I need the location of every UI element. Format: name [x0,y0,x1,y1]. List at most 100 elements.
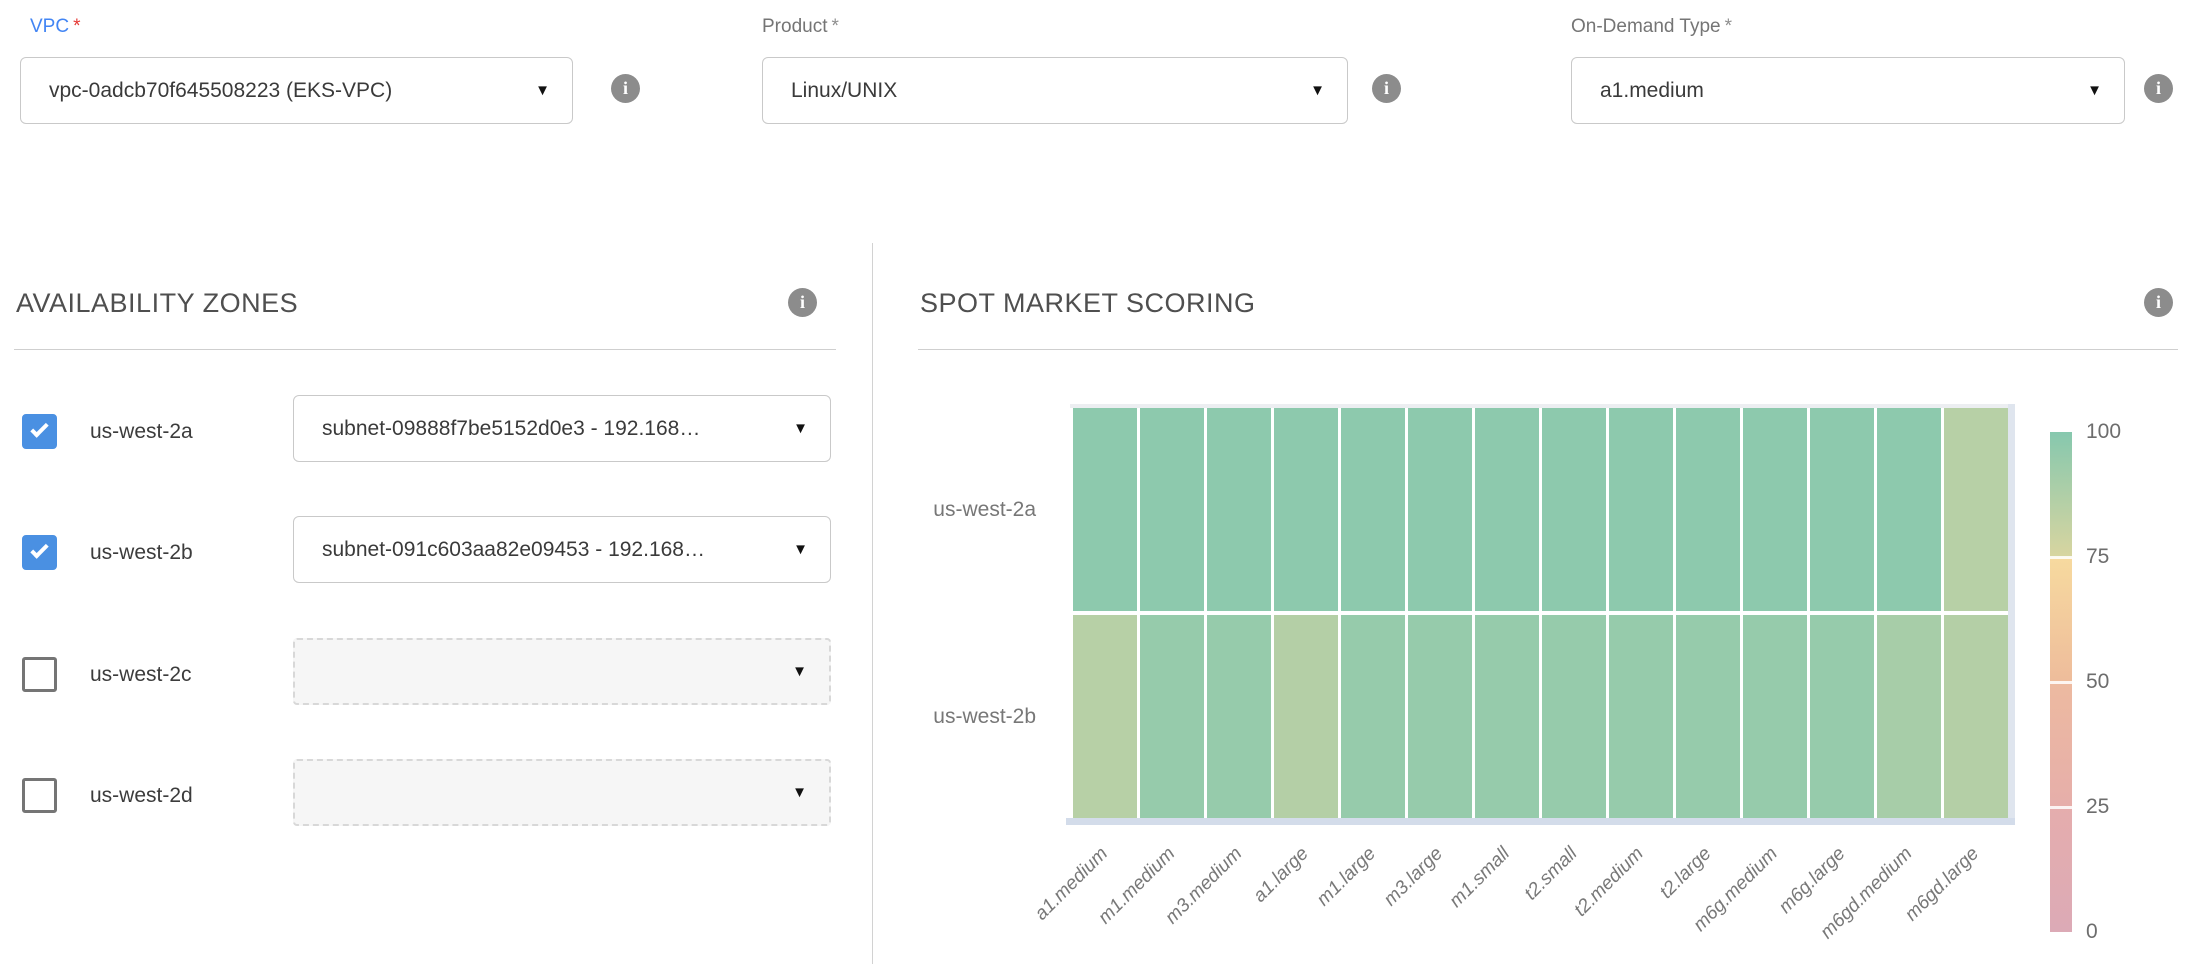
chevron-down-icon: ▼ [792,785,807,800]
az-zone-label: us-west-2d [90,759,193,833]
ondemand-type-label: On-Demand Type* [1571,16,1732,38]
heatmap-cell-us-west-2b-m6gd.medium[interactable] [1877,615,1941,818]
legend-label: 75 [2086,545,2109,569]
legend-label: 0 [2086,920,2098,944]
product-label-text: Product [762,16,827,37]
vpc-label: VPC* [30,16,80,38]
heatmap-row-label: us-west-2b [880,615,1050,818]
heatmap-cell-us-west-2b-m1.large[interactable] [1341,615,1405,818]
info-glyph: i [623,78,628,99]
heatmap-cell-us-west-2b-m1.small[interactable] [1475,615,1539,818]
subnet-select-us-west-2c[interactable]: ▼ [293,638,831,705]
heatmap-cell-us-west-2b-m6g.large[interactable] [1810,615,1874,818]
heatmap-cell-us-west-2a-a1.medium[interactable] [1073,408,1137,611]
spot-market-info-icon[interactable]: i [2144,288,2173,317]
heatmap-cell-us-west-2a-m1.large[interactable] [1341,408,1405,611]
subnet-select-value: subnet-091c603aa82e09453 - 192.168… [294,538,793,562]
heatmap-cell-us-west-2b-t2.medium[interactable] [1609,615,1673,818]
heatmap-cell-us-west-2b-m6gd.large[interactable] [1944,615,2008,818]
required-asterisk: * [73,16,80,37]
heatmap-cell-us-west-2b-m3.medium[interactable] [1207,615,1271,818]
spot-market-divider [918,349,2178,350]
ondemand-type-select-value: a1.medium [1572,79,2087,103]
heatmap-cell-us-west-2b-m3.large[interactable] [1408,615,1472,818]
heatmap-row-labels: us-west-2aus-west-2b [880,408,1050,818]
heatmap-grid [1073,408,2008,818]
legend-tick [2050,556,2072,559]
checkmark-icon [30,540,48,558]
heatmap-cell-us-west-2b-t2.large[interactable] [1676,615,1740,818]
chevron-down-icon: ▼ [792,664,807,679]
subnet-select-us-west-2b[interactable]: subnet-091c603aa82e09453 - 192.168… ▼ [293,516,831,583]
heatmap-frame-right [2008,404,2015,824]
heatmap-cell-us-west-2a-m3.large[interactable] [1408,408,1472,611]
info-glyph: i [2156,292,2161,313]
info-glyph: i [1384,78,1389,99]
vpc-label-text: VPC [30,16,69,37]
spot-market-title: SPOT MARKET SCORING [920,288,1256,319]
vpc-info-icon[interactable]: i [611,74,640,103]
chevron-down-icon: ▼ [2087,83,2102,98]
heatmap-cell-us-west-2a-m6g.large[interactable] [1810,408,1874,611]
heatmap-cell-us-west-2a-t2.large[interactable] [1676,408,1740,611]
availability-zones-divider [14,349,836,350]
heatmap-legend-bar [2050,432,2072,932]
legend-tick [2050,806,2072,809]
vpc-select[interactable]: vpc-0adcb70f645508223 (EKS-VPC) ▼ [20,57,573,124]
heatmap-column-slot: m6gd.large [1944,828,2008,964]
az-checkbox-us-west-2d[interactable] [22,778,57,813]
info-glyph: i [800,292,805,313]
panel-divider [872,243,873,964]
heatmap-column-labels: a1.mediumm1.mediumm3.mediuma1.largem1.la… [1073,828,2008,964]
heatmap-cell-us-west-2a-m6g.medium[interactable] [1743,408,1807,611]
heatmap-cell-us-west-2a-m6gd.large[interactable] [1944,408,2008,611]
heatmap-cell-us-west-2b-a1.medium[interactable] [1073,615,1137,818]
availability-zones-title: AVAILABILITY ZONES [16,288,298,319]
product-select[interactable]: Linux/UNIX ▼ [762,57,1348,124]
heatmap-cell-us-west-2b-m1.medium[interactable] [1140,615,1204,818]
heatmap-cell-us-west-2b-m6g.medium[interactable] [1743,615,1807,818]
chevron-down-icon: ▼ [535,83,550,98]
subnet-select-us-west-2d[interactable]: ▼ [293,759,831,826]
az-checkbox-us-west-2a[interactable] [22,414,57,449]
ondemand-type-info-icon[interactable]: i [2144,74,2173,103]
heatmap-cell-us-west-2b-t2.small[interactable] [1542,615,1606,818]
legend-label: 50 [2086,670,2109,694]
ondemand-type-select[interactable]: a1.medium ▼ [1571,57,2125,124]
subnet-select-value: subnet-09888f7be5152d0e3 - 192.168… [294,417,793,441]
az-zone-label: us-west-2b [90,516,193,590]
ondemand-type-label-text: On-Demand Type [1571,16,1721,37]
az-row: us-west-2c ▼ [0,638,860,712]
chevron-down-icon: ▼ [793,542,808,557]
heatmap-cell-us-west-2a-m1.small[interactable] [1475,408,1539,611]
az-row: us-west-2a subnet-09888f7be5152d0e3 - 19… [0,395,860,469]
vpc-select-value: vpc-0adcb70f645508223 (EKS-VPC) [21,79,535,103]
info-glyph: i [2156,78,2161,99]
heatmap-cell-us-west-2a-m6gd.medium[interactable] [1877,408,1941,611]
legend-label: 25 [2086,795,2109,819]
heatmap-cell-us-west-2a-t2.medium[interactable] [1609,408,1673,611]
heatmap-cell-us-west-2a-m1.medium[interactable] [1140,408,1204,611]
heatmap-cell-us-west-2a-a1.large[interactable] [1274,408,1338,611]
az-zone-label: us-west-2c [90,638,192,712]
legend-tick [2050,681,2072,684]
chevron-down-icon: ▼ [1310,83,1325,98]
heatmap-scrollbar-track[interactable] [1066,818,2015,825]
product-select-value: Linux/UNIX [763,79,1310,103]
availability-zones-info-icon[interactable]: i [788,288,817,317]
page: VPC* vpc-0adcb70f645508223 (EKS-VPC) ▼ i… [0,0,2196,964]
az-row: us-west-2b subnet-091c603aa82e09453 - 19… [0,516,860,590]
checkmark-icon [30,419,48,437]
az-checkbox-us-west-2c[interactable] [22,657,57,692]
az-checkbox-us-west-2b[interactable] [22,535,57,570]
az-row: us-west-2d ▼ [0,759,860,833]
heatmap-cell-us-west-2a-m3.medium[interactable] [1207,408,1271,611]
product-label: Product* [762,16,839,38]
required-asterisk: * [831,16,838,37]
subnet-select-us-west-2a[interactable]: subnet-09888f7be5152d0e3 - 192.168… ▼ [293,395,831,462]
az-zone-label: us-west-2a [90,395,193,469]
heatmap-cell-us-west-2b-a1.large[interactable] [1274,615,1338,818]
heatmap-cell-us-west-2a-t2.small[interactable] [1542,408,1606,611]
legend-label: 100 [2086,420,2121,444]
product-info-icon[interactable]: i [1372,74,1401,103]
